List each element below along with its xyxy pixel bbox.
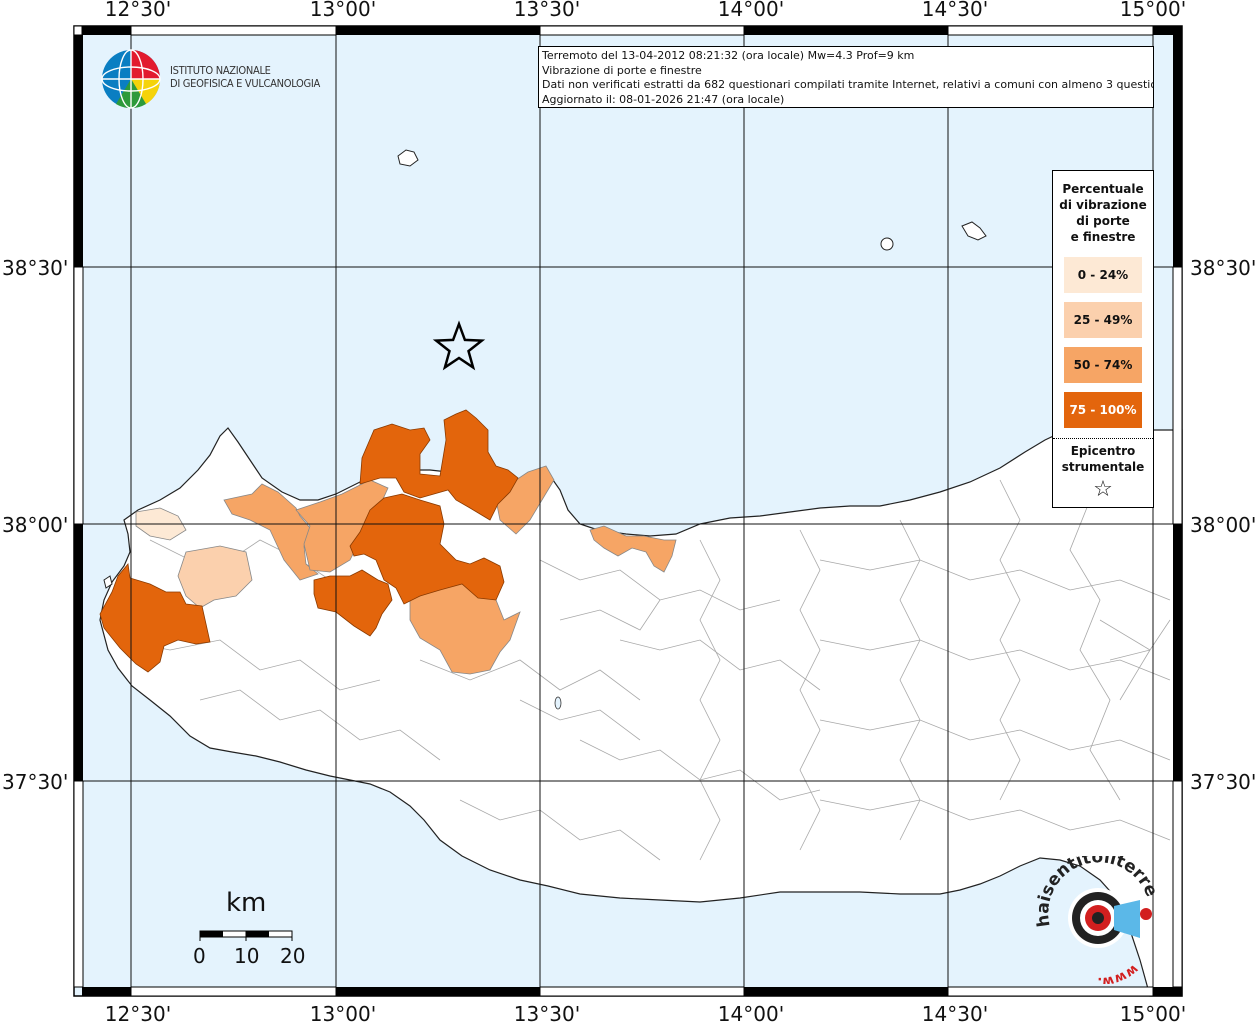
event-info-line: Terremoto del 13-04-2012 08:21:32 (ora l… bbox=[542, 49, 915, 62]
lon-label-top: 14°00' bbox=[718, 0, 784, 21]
lon-label-top: 13°00' bbox=[310, 0, 376, 21]
event-info-line: Aggiornato il: 08-01-2026 21:47 (ora loc… bbox=[542, 92, 785, 106]
alicudi-island bbox=[880, 237, 894, 251]
lon-label-top: 14°30' bbox=[922, 0, 988, 21]
lon-label-bottom: 13°00' bbox=[310, 1002, 376, 1024]
event-info-line: Vibrazione di porte e finestre bbox=[542, 63, 702, 77]
legend-epicenter-label: Epicentro strumentale bbox=[1061, 444, 1145, 474]
scale-tick: 20 bbox=[280, 944, 306, 968]
lat-label-right: 38°00' bbox=[1190, 513, 1255, 537]
legend-separator bbox=[1053, 438, 1153, 439]
lat-labels-left: 38°30' 38°00' 37°30' bbox=[2, 256, 68, 794]
lon-label-bottom: 15°00' bbox=[1120, 1002, 1186, 1024]
legend: Percentuale di vibrazione di porte e fin… bbox=[1052, 170, 1154, 508]
lat-label-left: 38°30' bbox=[2, 256, 68, 280]
event-info-box: Terremoto del 13-04-2012 08:21:32 (ora l… bbox=[538, 46, 1154, 108]
scale-unit: km bbox=[226, 888, 267, 918]
lon-labels-bottom: 12°30' 13°00' 13°30' 14°00' 14°30' 15°00… bbox=[105, 1002, 1186, 1024]
haisentitoilterremoto-logo: haisentitoilterremoto.it www. bbox=[1036, 856, 1161, 984]
legend-star-icon: ☆ bbox=[1093, 477, 1113, 502]
legend-swatch: 25 - 49% bbox=[1064, 302, 1142, 338]
lake bbox=[554, 696, 562, 710]
lon-label-bottom: 13°30' bbox=[514, 1002, 580, 1024]
scale-tick: 10 bbox=[234, 944, 260, 968]
scale-tick: 0 bbox=[193, 944, 206, 968]
legend-title: Percentuale di vibrazione di porte e fin… bbox=[1059, 182, 1147, 244]
lon-label-bottom: 12°30' bbox=[105, 1002, 171, 1024]
legend-swatch: 75 - 100% bbox=[1064, 392, 1142, 428]
lon-labels-top: 12°30' 13°00' 13°30' 14°00' 14°30' 15°00… bbox=[105, 0, 1186, 21]
ingv-logo-line1: ISTITUTO NAZIONALE bbox=[170, 64, 271, 77]
lon-label-top: 15°00' bbox=[1120, 0, 1186, 21]
event-info-line: Dati non verificati estratti da 682 ques… bbox=[542, 78, 1154, 91]
lat-label-right: 38°30' bbox=[1190, 256, 1255, 280]
lat-label-right: 37°30' bbox=[1190, 770, 1255, 794]
lat-label-left: 38°00' bbox=[2, 513, 68, 537]
ingv-logo-line2: DI GEOFISICA E VULCANOLOGIA bbox=[170, 77, 320, 90]
site-logo-url: www. bbox=[1097, 961, 1141, 984]
lat-labels-right: 38°30' 38°00' 37°30' bbox=[1190, 256, 1255, 794]
lon-label-top: 12°30' bbox=[105, 0, 171, 21]
legend-swatch: 50 - 74% bbox=[1064, 347, 1142, 383]
legend-swatch: 0 - 24% bbox=[1064, 257, 1142, 293]
lon-label-top: 13°30' bbox=[514, 0, 580, 21]
lon-label-bottom: 14°30' bbox=[922, 1002, 988, 1024]
lon-label-bottom: 14°00' bbox=[718, 1002, 784, 1024]
lat-label-left: 37°30' bbox=[2, 770, 68, 794]
ingv-logo-text: ISTITUTO NAZIONALE DI GEOFISICA E VULCAN… bbox=[170, 64, 320, 90]
